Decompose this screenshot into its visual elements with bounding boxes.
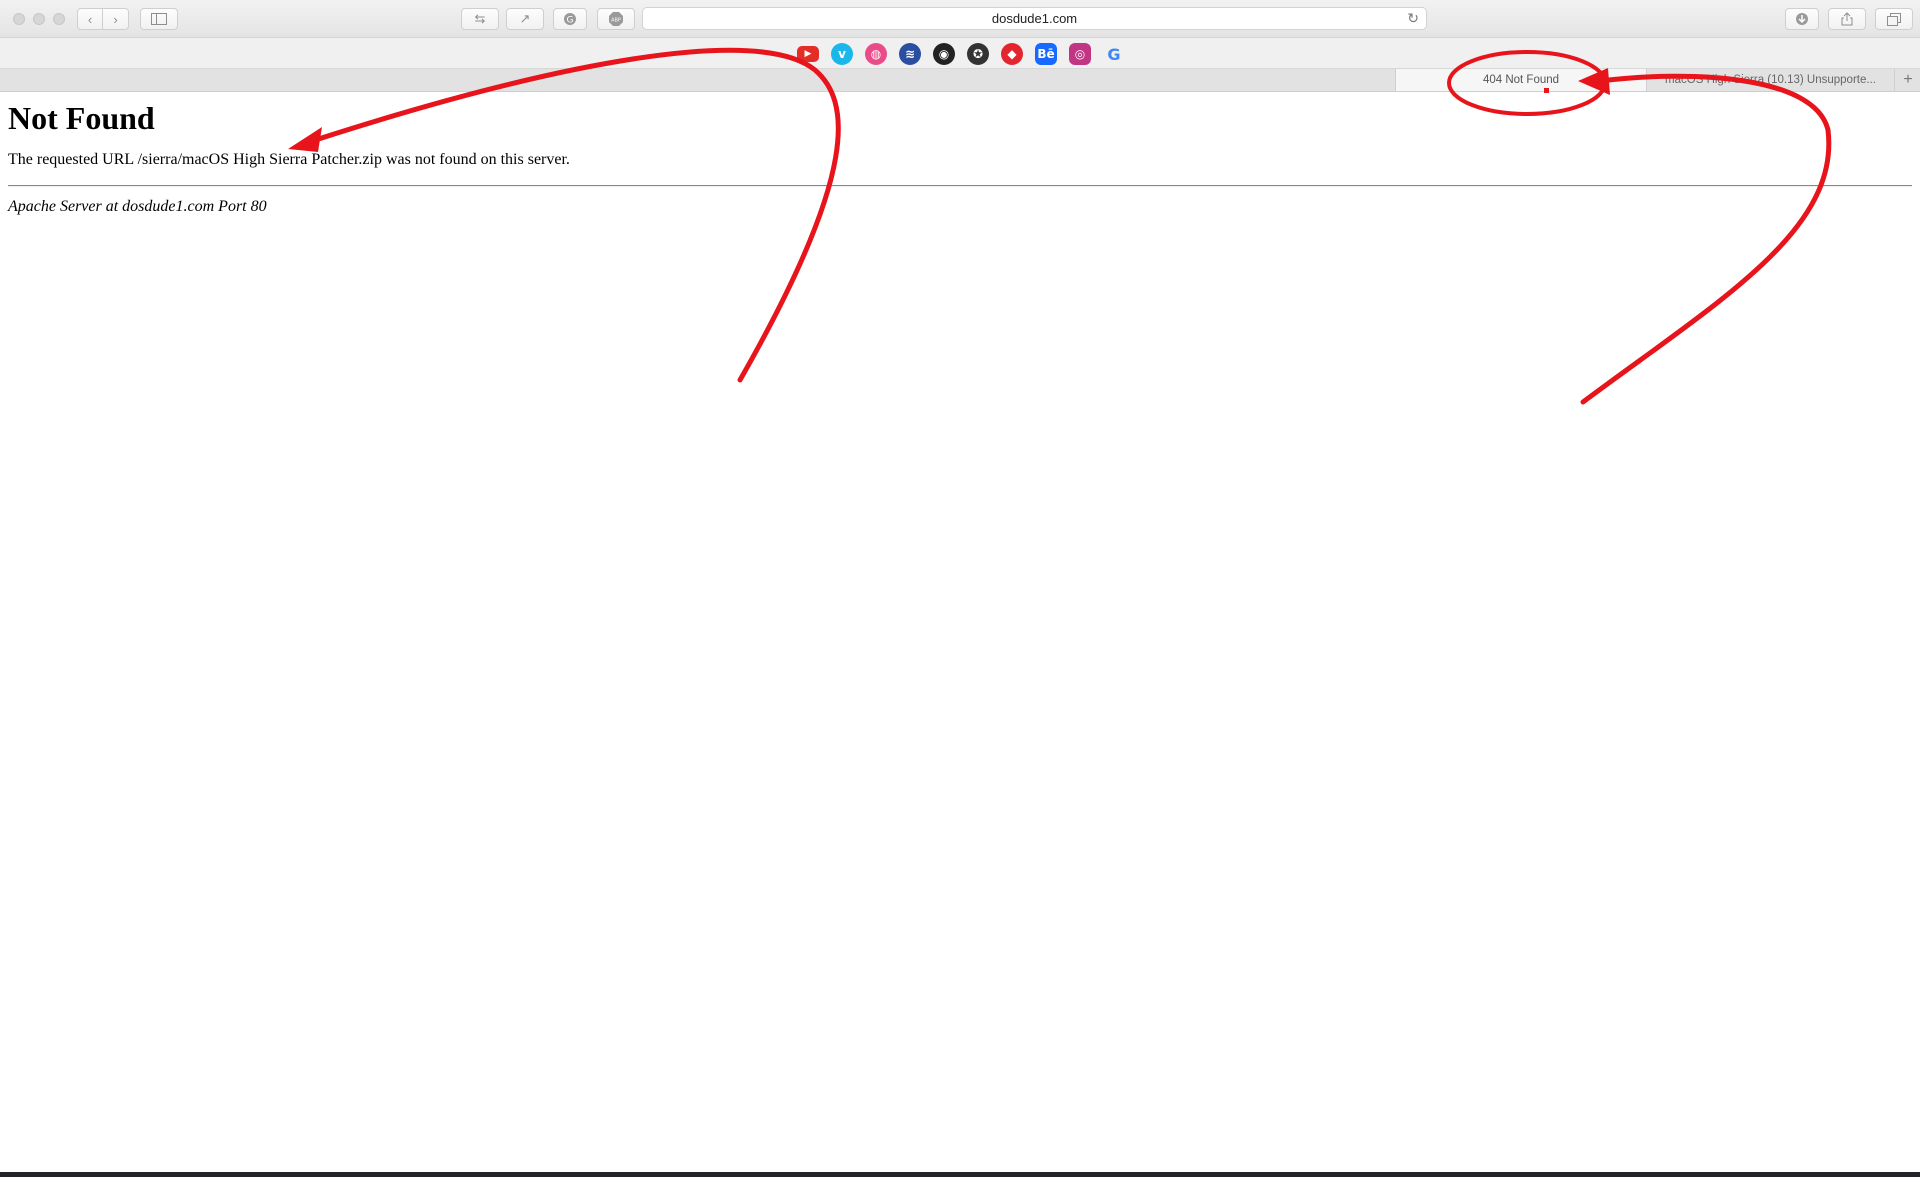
share-icon [1841, 12, 1853, 26]
behance-icon[interactable]: Bē [1035, 43, 1057, 65]
divider [8, 185, 1912, 187]
tab-title: macOS High Sierra (10.13) Unsupporte... [1665, 74, 1876, 86]
sidebar-icon [151, 13, 167, 25]
tab-404-not-found[interactable]: 404 Not Found [1395, 69, 1647, 91]
chevron-left-icon: ‹ [87, 11, 93, 27]
favorites-bar: ▶ v ◍ ≋ ◉ ✪ ◆ Bē ◎ G [0, 38, 1920, 69]
address-url: dosdude1.com [991, 11, 1078, 26]
pin-icon: ↗ [519, 11, 531, 26]
svg-text:G: G [567, 16, 574, 26]
badge-icon[interactable]: ✪ [967, 43, 989, 65]
server-signature: Apache Server at dosdude1.com Port 80 [8, 198, 267, 215]
svg-text:ABP: ABP [611, 18, 621, 24]
tab-title: 404 Not Found [1482, 74, 1560, 86]
dribbble-icon[interactable]: ◍ [865, 43, 887, 65]
new-tab-button[interactable]: + [1894, 69, 1920, 91]
window-bottom-edge [0, 1172, 1920, 1177]
error-message: The requested URL /sierra/macOS High Sie… [8, 151, 570, 168]
tab-macos-high-sierra[interactable]: macOS High Sierra (10.13) Unsupporte... [1647, 69, 1894, 91]
close-window-button[interactable] [13, 13, 25, 25]
browser-toolbar: ‹ › ⇆ ↗ G ABP dosdude1.com ↻ [0, 0, 1920, 38]
extension-button-1[interactable]: ⇆ [461, 8, 499, 30]
page-content: Not Found The requested URL /sierra/macO… [8, 92, 1912, 217]
red-app-icon[interactable]: ◆ [1001, 43, 1023, 65]
reload-icon[interactable]: ↻ [1407, 10, 1419, 27]
forward-button[interactable]: › [103, 8, 129, 30]
adblock-icon: ABP [609, 12, 623, 26]
page-title: Not Found [8, 100, 155, 136]
circle-g-icon: G [564, 13, 576, 26]
share-button[interactable] [1828, 8, 1866, 30]
tab-bar: 404 Not Found macOS High Sierra (10.13) … [0, 69, 1920, 92]
downloads-button[interactable] [1785, 8, 1819, 30]
google-icon[interactable]: G [1103, 43, 1125, 65]
reply-arrow-icon: ⇆ [474, 11, 486, 26]
youtube-icon[interactable]: ▶ [797, 46, 819, 62]
download-icon [1796, 13, 1808, 25]
minimize-window-button[interactable] [33, 13, 45, 25]
adblock-button[interactable]: ABP [597, 8, 635, 30]
zoom-window-button[interactable] [53, 13, 65, 25]
sidebar-button[interactable] [140, 8, 178, 30]
tabs-overview-icon [1887, 12, 1901, 26]
layers-icon[interactable]: ≋ [899, 43, 921, 65]
vimeo-icon[interactable]: v [831, 43, 853, 65]
address-bar[interactable]: dosdude1.com ↻ [642, 7, 1427, 30]
extension-button-2[interactable]: ↗ [506, 8, 544, 30]
plus-icon: + [1903, 71, 1913, 88]
instagram-icon[interactable]: ◎ [1069, 43, 1091, 65]
tabs-overview-button[interactable] [1875, 8, 1913, 30]
back-button[interactable]: ‹ [77, 8, 103, 30]
podcast-icon[interactable]: ◉ [933, 43, 955, 65]
chevron-right-icon: › [113, 11, 118, 27]
extension-button-3[interactable]: G [553, 8, 587, 30]
